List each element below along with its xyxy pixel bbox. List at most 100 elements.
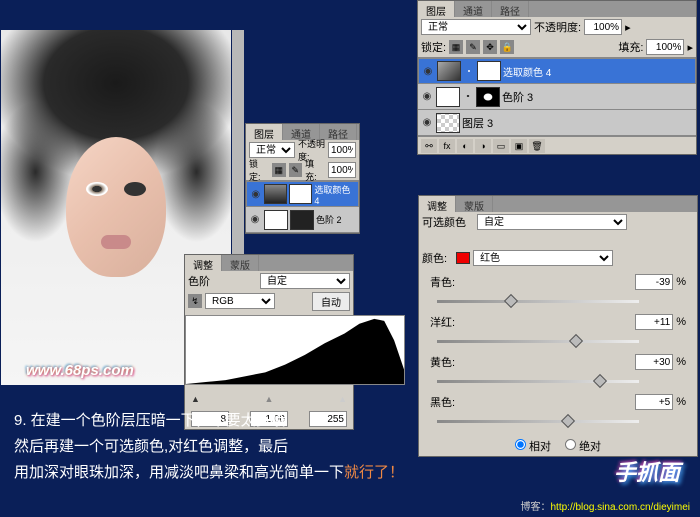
layer-mask-thumb [290, 210, 314, 230]
layer-row-layer3[interactable]: 图层 3 [418, 110, 696, 136]
yellow-input[interactable] [635, 354, 673, 370]
lock-paint-icon[interactable]: ✎ [466, 40, 480, 54]
yellow-slider[interactable] [427, 372, 689, 392]
opacity-input[interactable] [328, 142, 356, 158]
blog-url[interactable]: http://blog.sina.com.cn/dieyimei [550, 502, 690, 513]
lock-label: 锁定: [421, 39, 446, 55]
layers-panel-large[interactable]: 图层 通道 路径 正常 不透明度: ▸ 锁定: ▦ ✎ ✥ 🔒 填充: ▸ ⬞ … [417, 0, 697, 155]
pct: % [676, 316, 686, 328]
lock-pixels-icon[interactable]: ▦ [272, 163, 286, 177]
layer-row-lv2[interactable]: 色阶 2 [246, 207, 359, 233]
layers-footer: ⚯ fx ◐ ◑ ▭ ▣ 🗑 [418, 136, 696, 154]
visibility-icon[interactable] [420, 90, 434, 104]
lock-transparent-icon[interactable]: ▦ [449, 40, 463, 54]
layer-thumb [264, 210, 288, 230]
layer-thumb [437, 61, 461, 81]
layer-mask-thumb [477, 61, 501, 81]
layers-panel-small[interactable]: 图层 通道 路径 正常 不透明度: 锁定: ▦ ✎ 填充: 选取颜色 4 色阶 … [245, 123, 360, 234]
pct: % [676, 396, 686, 408]
black-handle[interactable]: ▲ [191, 394, 200, 404]
visibility-icon[interactable] [248, 213, 262, 227]
instruction-text: 9. 在建一个色阶层压暗一下，不要太多哦 然后再建一个可选颜色,对红色调整，最后… [14, 408, 404, 486]
layer-name: 选取颜色 4 [503, 64, 551, 79]
cyan-label: 青色: [430, 274, 470, 290]
layer-name: 色阶 2 [316, 213, 342, 226]
tab-adjust[interactable]: 调整 [185, 255, 222, 271]
black-slider[interactable] [427, 412, 689, 432]
visibility-icon[interactable] [420, 116, 434, 130]
cyan-input[interactable] [635, 274, 673, 290]
tab-mask[interactable]: 蒙版 [222, 255, 259, 271]
preset-select[interactable]: 自定 [260, 273, 350, 289]
layer-list: ⬞ 选取颜色 4 ⬞ 色阶 3 图层 3 [418, 57, 696, 136]
tab-layers[interactable]: 图层 [418, 1, 455, 17]
new-layer-icon[interactable]: ▣ [511, 139, 527, 153]
selcolor-title-row: 可选颜色 自定 [419, 212, 697, 232]
signature-logo: 手抓面 [614, 455, 680, 487]
panel-tabs: 调整 蒙版 [419, 196, 697, 212]
cyan-slider[interactable] [427, 292, 689, 312]
magenta-slider[interactable] [427, 332, 689, 352]
fx-icon[interactable]: fx [439, 139, 455, 153]
fill-label: 填充: [305, 157, 325, 183]
absolute-radio-label[interactable]: 绝对 [565, 438, 601, 454]
chevron-right-icon[interactable]: ▸ [625, 21, 631, 34]
selcolor-label: 可选颜色 [422, 214, 466, 230]
magenta-label: 洋红: [430, 314, 470, 330]
levels-panel[interactable]: 调整 蒙版 色阶 自定 ↯ RGB 自动 ▲ ▲ ▲ [184, 254, 354, 430]
slider-handles: ▲ ▲ ▲ [185, 389, 353, 409]
link-icon[interactable]: ⬞ [463, 66, 475, 77]
mask-icon[interactable]: ◐ [457, 139, 473, 153]
tab-layers[interactable]: 图层 [246, 124, 283, 140]
opacity-input[interactable] [584, 19, 622, 35]
magenta-input[interactable] [635, 314, 673, 330]
layer-row-lv3[interactable]: ⬞ 色阶 3 [418, 84, 696, 110]
pct: % [676, 276, 686, 288]
tab-adjust[interactable]: 调整 [419, 196, 456, 212]
gray-handle[interactable]: ▲ [265, 394, 274, 404]
visibility-icon[interactable] [249, 187, 262, 201]
lock-paint-icon[interactable]: ✎ [289, 163, 303, 177]
layer-name: 色阶 3 [502, 89, 533, 105]
blend-mode-select[interactable]: 正常 [249, 142, 295, 158]
panel-tabs: 图层 通道 路径 [418, 1, 696, 17]
link-icon[interactable]: ⬞ [462, 90, 474, 103]
black-label: 黑色: [430, 394, 470, 410]
layer-row-sc4[interactable]: ⬞ 选取颜色 4 [418, 58, 696, 84]
layer-row-sc4[interactable]: 选取颜色 4 [246, 181, 359, 207]
tab-paths[interactable]: 路径 [492, 1, 529, 17]
pct: % [676, 356, 686, 368]
fill-input[interactable] [646, 39, 684, 55]
relative-radio-label[interactable]: 相对 [515, 438, 551, 454]
relative-radio[interactable] [515, 439, 526, 450]
instr-line2: 然后再建一个可选颜色,对红色调整，最后 [14, 434, 404, 460]
channel-row: ↯ RGB 自动 [185, 291, 353, 311]
adjustment-icon[interactable]: ◑ [475, 139, 491, 153]
preset-select[interactable]: 自定 [477, 214, 627, 230]
folder-icon[interactable]: ▭ [493, 139, 509, 153]
layer-mask-thumb [289, 184, 312, 204]
absolute-radio[interactable] [565, 439, 576, 450]
tab-channels[interactable]: 通道 [455, 1, 492, 17]
auto-button[interactable]: 自动 [312, 292, 350, 311]
visibility-icon[interactable] [421, 64, 435, 78]
link-layers-icon[interactable]: ⚯ [421, 139, 437, 153]
yellow-label: 黄色: [430, 354, 470, 370]
lock-row: 锁定: ▦ ✎ 填充: [246, 160, 359, 180]
trash-icon[interactable]: 🗑 [529, 139, 545, 153]
selective-color-panel[interactable]: 调整 蒙版 可选颜色 自定 颜色: 红色 青色: % 洋红: % 黄色: % 黑… [418, 195, 698, 457]
tab-paths[interactable]: 路径 [320, 124, 357, 140]
white-handle[interactable]: ▲ [338, 394, 347, 404]
picker-icon[interactable]: ↯ [188, 294, 202, 308]
colors-select[interactable]: 红色 [473, 250, 613, 266]
lock-move-icon[interactable]: ✥ [483, 40, 497, 54]
layer-list: 选取颜色 4 色阶 2 [246, 180, 359, 233]
blend-mode-select[interactable]: 正常 [421, 19, 531, 35]
chevron-right-icon[interactable]: ▸ [687, 41, 693, 54]
layer-thumb [436, 113, 460, 133]
lock-all-icon[interactable]: 🔒 [500, 40, 514, 54]
black-input[interactable] [635, 394, 673, 410]
tab-mask[interactable]: 蒙版 [456, 196, 493, 212]
fill-input[interactable] [328, 162, 356, 178]
channel-select[interactable]: RGB [205, 293, 275, 309]
